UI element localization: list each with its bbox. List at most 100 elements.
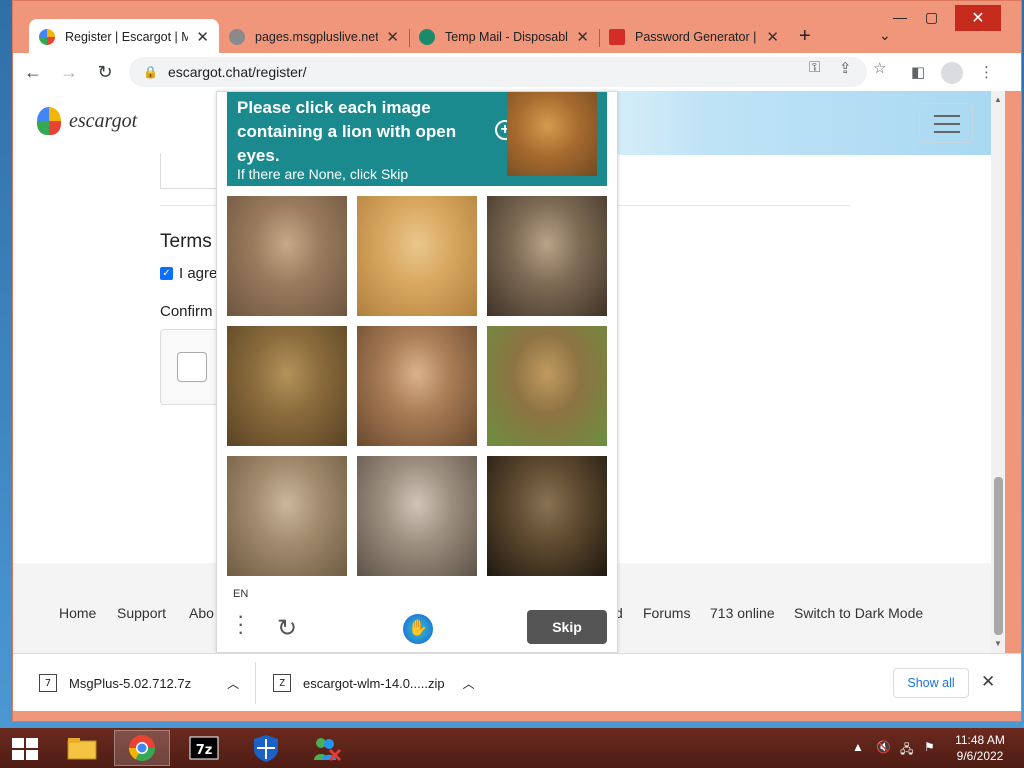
- start-button-windows-icon[interactable]: [12, 738, 38, 760]
- msn-messenger-icon[interactable]: [298, 730, 354, 766]
- agree-label: I agre: [179, 265, 218, 282]
- agree-checkbox[interactable]: ✓: [160, 267, 173, 280]
- clock-date: 9/6/2022: [956, 749, 1004, 763]
- forward-arrow-icon[interactable]: →: [53, 62, 85, 83]
- scroll-down-arrow-icon[interactable]: ▼: [994, 639, 1002, 648]
- footer-link-forums[interactable]: Forums: [643, 605, 690, 621]
- clock-time: 11:48 AM: [955, 733, 1005, 747]
- confirm-label: Confirm: [160, 303, 213, 320]
- terms-heading: Terms: [160, 231, 212, 252]
- minimize-icon[interactable]: —: [893, 9, 907, 25]
- captcha-tile[interactable]: [227, 456, 347, 576]
- download-shelf: 7 MsgPlus-5.02.712.7z ︿ Z escargot-wlm-1…: [13, 653, 1021, 711]
- 7zip-icon[interactable]: 7z: [176, 730, 232, 766]
- captcha-menu-dots-icon[interactable]: · · ·: [237, 605, 244, 643]
- skip-button[interactable]: Skip: [527, 610, 607, 644]
- tab-title: pages.msgpluslive.net: [255, 30, 379, 44]
- tab-strip: Register | Escargot | MSN ✕ pages.msgplu…: [13, 1, 1021, 55]
- scroll-up-arrow-icon[interactable]: ▲: [994, 95, 1002, 104]
- lastpass-favicon-icon: [609, 29, 625, 45]
- captcha-tile[interactable]: [357, 326, 477, 446]
- close-tab-icon[interactable]: ✕: [766, 28, 779, 46]
- hcaptcha-checkbox[interactable]: [177, 352, 207, 382]
- tab-search-chevron-icon[interactable]: ⌄: [879, 27, 891, 44]
- close-download-shelf-icon[interactable]: ✕: [981, 672, 995, 692]
- captcha-tile[interactable]: [227, 326, 347, 446]
- tab-register-escargot[interactable]: Register | Escargot | MSN ✕: [29, 19, 219, 55]
- download-item[interactable]: 7 MsgPlus-5.02.712.7z ︿: [39, 674, 239, 692]
- hcaptcha-logo-icon: ✋: [403, 614, 433, 644]
- captcha-tile[interactable]: [357, 196, 477, 316]
- footer-link-home[interactable]: Home: [59, 605, 96, 621]
- tab-password-generator[interactable]: Password Generator | LastPass ✕: [599, 19, 789, 55]
- svg-text:7z: 7z: [196, 743, 213, 758]
- close-tab-icon[interactable]: ✕: [196, 28, 209, 46]
- show-all-downloads-button[interactable]: Show all: [893, 668, 969, 698]
- browser-toolbar: ← → ↻ 🔒 escargot.chat/register/ ⚿ ⇪ ☆ ◧ …: [13, 53, 1021, 91]
- globe-favicon-icon: [229, 29, 245, 45]
- page-scrollbar[interactable]: ▲ ▼: [991, 91, 1005, 653]
- address-bar[interactable]: 🔒 escargot.chat/register/: [129, 57, 867, 87]
- zip-archive-icon: Z: [273, 674, 291, 692]
- tab-title: Password Generator | LastPass: [635, 30, 758, 44]
- side-panel-icon[interactable]: ◧: [911, 63, 925, 81]
- footer-link-about[interactable]: Abo: [189, 605, 214, 621]
- download-item[interactable]: Z escargot-wlm-14.0.....zip ︿: [273, 674, 475, 692]
- captcha-tile[interactable]: [487, 196, 607, 316]
- 7z-archive-icon: 7: [39, 674, 57, 692]
- maximize-icon[interactable]: ▢: [925, 9, 938, 26]
- action-center-flag-icon[interactable]: ⚑: [924, 740, 935, 754]
- captcha-tile[interactable]: [357, 456, 477, 576]
- escargot-logo[interactable]: escargot: [37, 107, 137, 135]
- download-filename: escargot-wlm-14.0.....zip: [303, 675, 445, 691]
- hamburger-menu-button[interactable]: [919, 103, 973, 143]
- taskbar-clock[interactable]: 11:48 AM 9/6/2022: [948, 732, 1012, 764]
- key-icon[interactable]: ⚿: [809, 59, 820, 76]
- close-tab-icon[interactable]: ✕: [386, 28, 399, 46]
- bookmark-star-icon[interactable]: ☆: [873, 59, 886, 77]
- captcha-subprompt: If there are None, click Skip: [237, 166, 409, 182]
- back-arrow-icon[interactable]: ←: [17, 62, 49, 83]
- tab-title: Register | Escargot | MSN: [65, 30, 189, 44]
- chevron-up-icon[interactable]: ︿: [463, 675, 475, 692]
- captcha-prompt: Please click each image containing a lio…: [237, 98, 457, 165]
- kebab-menu-icon[interactable]: ⋮: [979, 63, 994, 81]
- file-explorer-icon[interactable]: [54, 730, 110, 766]
- browser-window: Register | Escargot | MSN ✕ pages.msgplu…: [12, 0, 1022, 722]
- captcha-tile[interactable]: [487, 456, 607, 576]
- footer-link-support[interactable]: Support: [117, 605, 166, 621]
- captcha-header: Please click each image containing a lio…: [227, 92, 607, 186]
- agree-terms-row[interactable]: ✓ I agre: [160, 265, 217, 282]
- captcha-example-image[interactable]: [507, 92, 597, 176]
- close-window-icon[interactable]: ✕: [955, 5, 1001, 31]
- volume-muted-icon[interactable]: 🔇: [876, 740, 891, 754]
- captcha-tile[interactable]: [487, 326, 607, 446]
- lock-icon[interactable]: 🔒: [143, 65, 158, 79]
- network-icon[interactable]: 🖧: [900, 740, 913, 761]
- new-tab-button[interactable]: +: [799, 25, 811, 48]
- tab-msgpluslive[interactable]: pages.msgpluslive.net ✕: [219, 19, 409, 55]
- escargot-favicon-icon: [39, 29, 55, 45]
- logo-text: escargot: [69, 109, 138, 132]
- chevron-up-icon[interactable]: ︿: [227, 675, 239, 692]
- captcha-challenge-dialog: Please click each image containing a lio…: [216, 91, 618, 653]
- download-filename: MsgPlus-5.02.712.7z: [69, 675, 192, 691]
- captcha-tile[interactable]: [227, 196, 347, 316]
- reload-icon[interactable]: ↻: [89, 62, 121, 83]
- windows-security-shield-icon[interactable]: [238, 730, 294, 766]
- close-tab-icon[interactable]: ✕: [576, 28, 589, 46]
- profile-avatar-icon[interactable]: [941, 62, 963, 84]
- divider: [255, 662, 256, 704]
- scrollbar-thumb[interactable]: [994, 477, 1003, 635]
- chrome-icon[interactable]: [114, 730, 170, 766]
- tab-temp-mail[interactable]: Temp Mail - Disposable ✕: [409, 19, 599, 55]
- refresh-challenge-icon[interactable]: ↻: [277, 614, 297, 643]
- windows-taskbar: 7z ▲ 🔇 🖧 ⚑ 11:48 AM 9/6/2022: [0, 728, 1024, 768]
- language-selector[interactable]: EN: [233, 588, 248, 600]
- footer-online-count: 713 online: [710, 605, 775, 621]
- tab-title: Temp Mail - Disposable: [445, 30, 569, 44]
- share-icon[interactable]: ⇪: [839, 59, 852, 77]
- escargot-logo-icon: [37, 107, 61, 135]
- footer-link-dark-mode[interactable]: Switch to Dark Mode: [794, 605, 923, 621]
- show-hidden-icons-chevron-icon[interactable]: ▲: [852, 740, 864, 754]
